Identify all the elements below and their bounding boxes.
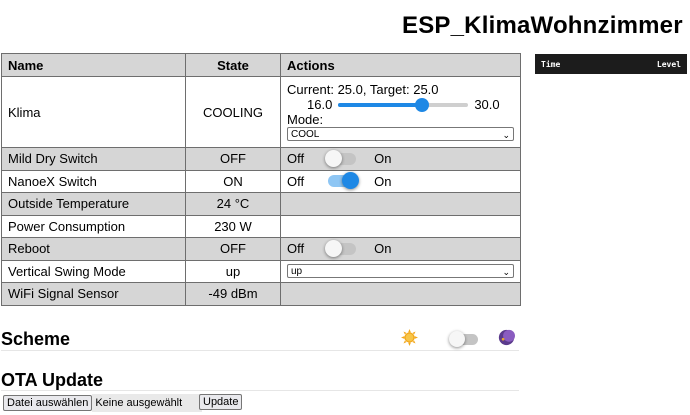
table-row: WiFi Signal Sensor -49 dBm [1, 282, 521, 306]
header-name: Name [1, 53, 186, 77]
row-name: WiFi Signal Sensor [1, 282, 186, 306]
mild-dry-toggle[interactable] [325, 149, 357, 167]
table-row: NanoeX Switch ON Off On [1, 169, 521, 193]
row-actions-empty [280, 282, 521, 306]
row-state: OFF [185, 147, 281, 171]
log-level-header: Level [656, 59, 681, 69]
on-label: On [374, 173, 392, 189]
nanoex-toggle[interactable] [328, 172, 360, 190]
row-name: Power Consumption [1, 214, 186, 238]
table-row: Klima COOLING Current: 25.0, Target: 25.… [1, 76, 521, 148]
row-name: NanoeX Switch [1, 169, 186, 193]
off-label: Off [287, 241, 305, 257]
row-actions-empty [280, 192, 521, 216]
table-row: Vertical Swing Mode up up ⌄ [1, 259, 521, 283]
row-name: Klima [1, 76, 186, 148]
off-label: Off [287, 173, 305, 189]
table-row: Mild Dry Switch OFF Off On [1, 147, 521, 171]
scheme-heading: Scheme [1, 329, 71, 349]
row-actions-empty [280, 214, 521, 238]
table-row: Reboot OFF Off On [1, 237, 521, 261]
row-state: -49 dBm [185, 282, 281, 306]
row-name: Mild Dry Switch [1, 147, 186, 171]
mode-label: Mode: [287, 112, 324, 127]
row-state: ON [185, 169, 281, 193]
log-header: Time Level [535, 54, 687, 74]
ota-heading: OTA Update [1, 370, 103, 390]
entity-table: Name State Actions Klima COOLING Current… [1, 53, 521, 306]
current-target-text: Current: 25.0, Target: 25.0 [287, 82, 439, 97]
toggle-knob [449, 331, 465, 347]
table-row: Outside Temperature 24 °C [1, 192, 521, 216]
range-max: 30.0 [474, 97, 500, 112]
slider-thumb[interactable] [414, 97, 429, 112]
file-picker[interactable]: Datei auswählen Keine ausgewählt [3, 394, 203, 412]
log-time-header: Time [541, 59, 561, 69]
sun-icon[interactable] [401, 329, 418, 346]
header-actions: Actions [280, 53, 521, 77]
swing-select-value: up [291, 266, 303, 278]
chevron-down-icon: ⌄ [502, 130, 510, 140]
target-slider[interactable] [338, 97, 469, 112]
scheme-toggle[interactable] [449, 331, 478, 347]
toggle-knob [342, 172, 360, 190]
row-state: 24 °C [185, 192, 281, 216]
divider [1, 350, 519, 351]
slider-fill [338, 102, 422, 107]
toggle-knob [325, 239, 343, 257]
page-title: ESP_KlimaWohnzimmer [402, 12, 683, 39]
row-state: COOLING [185, 76, 281, 148]
toggle-knob [325, 149, 343, 167]
on-label: On [374, 151, 392, 167]
reboot-toggle[interactable] [325, 239, 357, 257]
swing-mode-select[interactable]: up ⌄ [287, 264, 514, 279]
update-button[interactable]: Update [199, 394, 243, 410]
row-state: OFF [185, 237, 281, 261]
moon-icon[interactable] [498, 329, 515, 346]
mode-select[interactable]: COOL ⌄ [287, 127, 514, 141]
target-range: 16.0 30.0 [307, 97, 514, 112]
row-state: up [185, 259, 281, 283]
row-name: Outside Temperature [1, 192, 186, 216]
climate-controls: Current: 25.0, Target: 25.0 16.0 30.0 Mo… [280, 76, 521, 148]
divider [1, 390, 519, 391]
table-header: Name State Actions [1, 53, 521, 77]
off-label: Off [287, 151, 305, 167]
chevron-down-icon: ⌄ [502, 267, 510, 278]
header-state: State [185, 53, 281, 77]
row-name: Vertical Swing Mode [1, 259, 186, 283]
no-file-label: Keine ausgewählt [92, 394, 203, 412]
mode-select-value: COOL [291, 129, 320, 140]
range-min: 16.0 [307, 97, 333, 112]
on-label: On [374, 241, 392, 257]
table-row: Power Consumption 230 W [1, 214, 521, 238]
row-state: 230 W [185, 214, 281, 238]
choose-file-button[interactable]: Datei auswählen [3, 395, 93, 411]
row-name: Reboot [1, 237, 186, 261]
